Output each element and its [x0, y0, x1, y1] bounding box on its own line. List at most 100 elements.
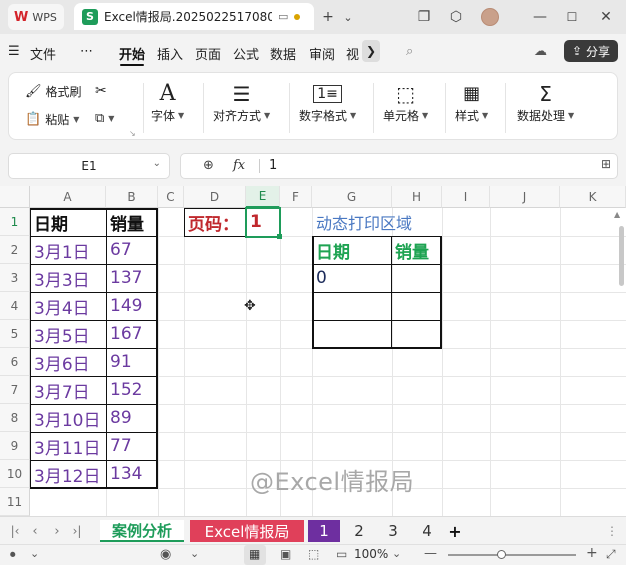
data-process-group-button[interactable]: Σ 数据处理 ▼: [517, 81, 574, 124]
zoom-formula-icon[interactable]: ⊕: [203, 158, 214, 173]
cell-A1[interactable]: 日期: [31, 208, 106, 236]
cell-B6[interactable]: 91: [107, 348, 158, 376]
column-header[interactable]: J: [490, 186, 560, 208]
column-header[interactable]: E: [246, 186, 280, 208]
cell-B3[interactable]: 137: [107, 264, 158, 292]
first-sheet-icon[interactable]: |‹: [8, 520, 22, 542]
column-header[interactable]: B: [106, 186, 158, 208]
page-break-icon[interactable]: ⬚: [308, 547, 319, 561]
name-box[interactable]: E1 ⌄: [8, 153, 170, 179]
menu-tab-view[interactable]: 视: [346, 44, 359, 63]
style-group-button[interactable]: ▦ 样式 ▼: [455, 81, 488, 124]
cell-group-button[interactable]: ⬚ 单元格 ▼: [383, 81, 428, 124]
menu-tab-page[interactable]: 页面: [195, 44, 221, 63]
row-header[interactable]: 8: [0, 404, 30, 432]
worksheet-grid[interactable]: A B C D E F G H I J K 1 2 3 4 5 6 7 8 9 …: [0, 186, 626, 516]
zoom-level[interactable]: 100%: [354, 547, 388, 561]
minimize-icon[interactable]: —: [530, 7, 550, 27]
cell-B1[interactable]: 销量: [107, 208, 158, 236]
column-header[interactable]: C: [158, 186, 184, 208]
cell-A7[interactable]: 3月7日: [31, 376, 106, 404]
close-icon[interactable]: ✕: [596, 7, 616, 27]
cell-D1-page-label[interactable]: 页码：: [185, 208, 246, 236]
cloud-upload-icon[interactable]: ☁: [534, 44, 547, 59]
fill-handle[interactable]: [277, 234, 282, 239]
zoom-slider-track[interactable]: [448, 554, 576, 556]
vertical-scrollbar[interactable]: [619, 226, 624, 286]
cell-A9[interactable]: 3月11日: [31, 432, 106, 460]
cell-B2[interactable]: 67: [107, 236, 158, 264]
cell-B4[interactable]: 149: [107, 292, 158, 320]
macro-record-icon[interactable]: ⏺: [10, 548, 16, 562]
eye-protect-icon[interactable]: ◉: [160, 547, 171, 562]
cell-B8[interactable]: 89: [107, 404, 158, 432]
scroll-up-icon[interactable]: ▲: [614, 210, 620, 219]
page-layout-icon[interactable]: ▣: [280, 547, 291, 561]
column-header[interactable]: I: [442, 186, 490, 208]
reading-mode-icon[interactable]: ▭: [336, 547, 347, 561]
sheet-tab-4[interactable]: 4: [412, 520, 442, 542]
chevron-down-icon[interactable]: ⌄: [153, 158, 161, 169]
clipboard-launcher-icon[interactable]: ↘: [129, 129, 136, 138]
cell-A2[interactable]: 3月1日: [31, 236, 106, 264]
align-group-button[interactable]: ☰ 对齐方式 ▼: [213, 81, 270, 124]
paste-button[interactable]: 📋 粘贴 ▼: [25, 111, 79, 128]
row-header[interactable]: 11: [0, 488, 30, 516]
cell-B10[interactable]: 134: [107, 460, 158, 488]
cell-A4[interactable]: 3月4日: [31, 292, 106, 320]
prev-sheet-icon[interactable]: ‹: [28, 520, 42, 542]
row-header[interactable]: 3: [0, 264, 30, 292]
copy-button[interactable]: ⧉ ▼: [95, 111, 114, 126]
select-all-corner[interactable]: [0, 186, 30, 208]
column-header[interactable]: A: [30, 186, 106, 208]
number-format-group-button[interactable]: 1≡ 数字格式 ▼: [299, 81, 356, 124]
menu-tab-formula[interactable]: 公式: [233, 44, 259, 63]
column-header[interactable]: G: [312, 186, 392, 208]
cell-A3[interactable]: 3月3日: [31, 264, 106, 292]
cell-B5[interactable]: 167: [107, 320, 158, 348]
cell-A6[interactable]: 3月6日: [31, 348, 106, 376]
row-header[interactable]: 7: [0, 376, 30, 404]
row-header[interactable]: 2: [0, 236, 30, 264]
row-header[interactable]: 6: [0, 348, 30, 376]
zoom-out-icon[interactable]: —: [424, 546, 437, 561]
print-area-title[interactable]: 动态打印区域: [313, 208, 443, 236]
avatar[interactable]: [480, 7, 500, 27]
status-chevron-icon[interactable]: ⌄: [30, 547, 39, 560]
expand-formula-icon[interactable]: ⊞: [601, 157, 611, 171]
zoom-chevron-icon[interactable]: ⌄: [392, 547, 401, 560]
new-tab-button[interactable]: +: [318, 7, 338, 27]
cell-A5[interactable]: 3月5日: [31, 320, 106, 348]
status-chevron-icon[interactable]: ⌄: [190, 547, 199, 560]
sheet-tab-excel[interactable]: Excel情报局: [190, 520, 304, 542]
cell-G3[interactable]: 0: [313, 264, 391, 292]
zoom-in-icon[interactable]: +: [586, 545, 598, 561]
column-header[interactable]: F: [280, 186, 312, 208]
next-sheet-icon[interactable]: ›: [50, 520, 64, 542]
menu-tab-review[interactable]: 审阅: [309, 44, 335, 63]
last-sheet-icon[interactable]: ›|: [70, 520, 84, 542]
row-header[interactable]: 10: [0, 460, 30, 488]
cell-A10[interactable]: 3月12日: [31, 460, 106, 488]
font-group-button[interactable]: A 字体 ▼: [151, 81, 184, 124]
menu-more[interactable]: ⋯: [80, 44, 93, 59]
window-switch-icon[interactable]: ❐: [414, 7, 434, 27]
menu-tab-data[interactable]: 数据: [270, 44, 296, 63]
menu-scroll-chevron-icon[interactable]: ❯: [362, 40, 380, 62]
search-icon[interactable]: ⌕: [406, 44, 413, 59]
cube-icon[interactable]: ⬡: [446, 7, 466, 27]
tab-list-chevron-icon[interactable]: ⌄: [338, 7, 358, 27]
maximize-icon[interactable]: ☐: [562, 7, 582, 27]
document-tab[interactable]: S Excel情报局.20250225170806 ▭: [74, 3, 314, 30]
cell-H2[interactable]: 销量: [392, 236, 442, 264]
row-header[interactable]: 9: [0, 432, 30, 460]
fx-icon[interactable]: fx: [233, 158, 245, 173]
sheet-tab-3[interactable]: 3: [378, 520, 408, 542]
format-painter-button[interactable]: 🖌 格式刷: [25, 83, 82, 100]
cell-B9[interactable]: 77: [107, 432, 158, 460]
sheet-tab-case-analysis[interactable]: 案例分析: [100, 520, 184, 542]
zoom-slider-thumb[interactable]: [497, 550, 506, 559]
row-header[interactable]: 4: [0, 292, 30, 320]
sheet-tab-2[interactable]: 2: [344, 520, 374, 542]
column-header[interactable]: H: [392, 186, 442, 208]
